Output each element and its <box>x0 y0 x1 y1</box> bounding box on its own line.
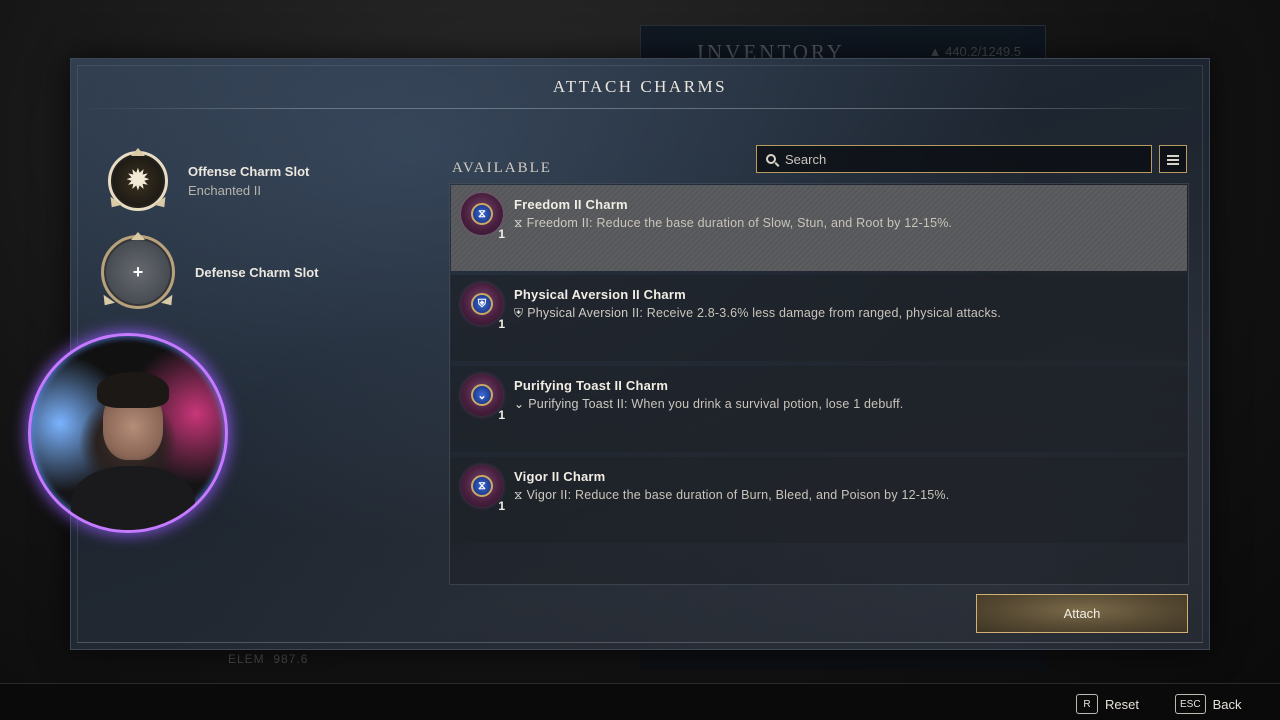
shield-gem-icon: ⛨ <box>471 293 493 315</box>
perk-name: Freedom II: <box>526 216 593 230</box>
charm-icon: ⧖ 1 <box>461 465 505 513</box>
perk-text: When you drink a survival potion, lose 1… <box>631 397 904 411</box>
search-icon <box>766 154 776 164</box>
reset-label: Reset <box>1105 696 1139 712</box>
perk-name: Vigor II: <box>526 488 572 502</box>
back-label: Back <box>1212 696 1242 712</box>
chevron-down-icon: ⌄ <box>514 397 525 411</box>
esc-key-icon: ESC <box>1175 694 1206 714</box>
attach-charms-modal: ATTACH CHARMS ✹ Offense Charm Slot Encha… <box>70 58 1210 650</box>
hourglass-icon: ⧖ <box>514 216 523 230</box>
footer-bar: R Reset ESC Back <box>0 683 1280 720</box>
offense-slot-ring: ✹ <box>105 148 171 212</box>
perk-text: Reduce the base duration of Slow, Stun, … <box>596 216 953 230</box>
plus-icon: + <box>132 261 144 282</box>
charm-description: ⧖ Vigor II: Reduce the base duration of B… <box>514 488 949 503</box>
charm-list[interactable]: ⧖ 1 Freedom II Charm ⧖ Freedom II: Reduce… <box>449 183 1189 585</box>
charm-count: 1 <box>498 317 505 331</box>
charm-list-item[interactable]: ⌄ 1 Purifying Toast II Charm ⌄ Purifying … <box>451 366 1187 452</box>
charm-count: 1 <box>498 227 505 241</box>
charm-list-item[interactable]: ⧖ 1 Vigor II Charm ⧖ Vigor II: Reduce the… <box>451 457 1187 543</box>
charm-name: Physical Aversion II Charm <box>514 287 686 302</box>
hourglass-gem-icon: ⧖ <box>471 203 493 225</box>
attach-button[interactable]: Attach <box>976 594 1188 633</box>
offense-slot-name: Offense Charm Slot <box>188 164 310 179</box>
streamer-webcam <box>28 333 228 533</box>
charm-count: 1 <box>498 499 505 513</box>
background-elem-stat: ELEM 987.6 <box>228 652 309 666</box>
filter-button[interactable] <box>1159 145 1187 173</box>
back-hint[interactable]: ESC Back <box>1175 694 1241 714</box>
offense-charm-slot[interactable]: ✹ Offense Charm Slot Enchanted II <box>101 148 310 212</box>
charm-name: Freedom II Charm <box>514 197 628 212</box>
perk-name: Physical Aversion II: <box>527 306 644 320</box>
starburst-charm-icon: ✹ <box>125 164 151 197</box>
title-divider <box>77 108 1203 109</box>
charm-icon: ⌄ 1 <box>461 374 505 422</box>
perk-text: Reduce the base duration of Burn, Bleed,… <box>574 488 950 502</box>
hourglass-icon: ⧖ <box>514 488 523 502</box>
available-heading: AVAILABLE <box>452 160 552 176</box>
perk-name: Purifying Toast II: <box>528 397 628 411</box>
hourglass-gem-icon: ⧖ <box>471 475 493 497</box>
shield-icon: ⛨ <box>514 306 524 320</box>
defense-slot-ring: + <box>98 232 178 310</box>
defense-charm-slot[interactable]: + Defense Charm Slot <box>98 232 319 310</box>
charm-list-item[interactable]: ⧖ 1 Freedom II Charm ⧖ Freedom II: Reduce… <box>451 185 1187 271</box>
sliders-icon <box>1167 154 1179 165</box>
charm-description: ⌄ Purifying Toast II: When you drink a su… <box>514 397 903 411</box>
reset-key-icon: R <box>1076 694 1098 714</box>
charm-description: ⧖ Freedom II: Reduce the base duration of… <box>514 216 952 231</box>
charm-description: ⛨ Physical Aversion II: Receive 2.8-3.6% … <box>514 306 1001 321</box>
charm-name: Vigor II Charm <box>514 469 606 484</box>
charm-list-item[interactable]: ⛨ 1 Physical Aversion II Charm ⛨ Physical… <box>451 275 1187 361</box>
charm-count: 1 <box>498 408 505 422</box>
charm-name: Purifying Toast II Charm <box>514 378 669 393</box>
chevron-gem-icon: ⌄ <box>471 384 493 406</box>
defense-slot-name: Defense Charm Slot <box>195 264 319 280</box>
perk-text: Receive 2.8-3.6% less damage from ranged… <box>646 306 1002 320</box>
offense-slot-charm: Enchanted II <box>188 183 261 198</box>
modal-title: ATTACH CHARMS <box>552 77 728 96</box>
search-input[interactable] <box>785 151 1125 167</box>
charm-icon: ⛨ 1 <box>461 283 505 331</box>
bottom-divider <box>77 642 1203 643</box>
reset-hint[interactable]: R Reset <box>1076 694 1139 714</box>
charm-icon: ⧖ 1 <box>461 193 505 241</box>
background-inventory-weight: ▲ 440.2/1249.5 <box>928 44 1021 59</box>
search-box[interactable] <box>756 145 1152 173</box>
background-bottom-bar <box>640 648 1046 670</box>
